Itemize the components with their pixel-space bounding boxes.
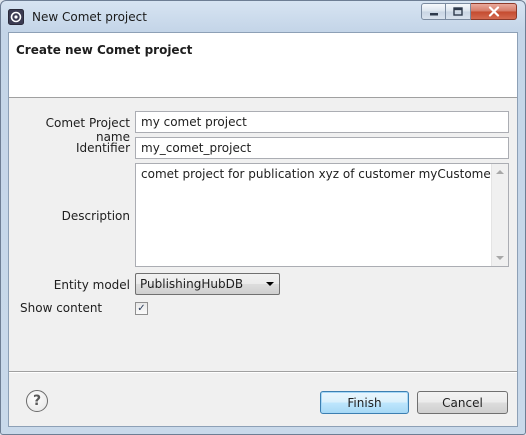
entity-model-selected: PublishingHubDB [140,277,244,291]
description-textarea[interactable]: comet project for publication xyz of cus… [135,163,509,267]
show-content-label: Show content [20,301,103,315]
description-scrollbar[interactable] [491,164,508,266]
finish-button[interactable]: Finish [320,391,409,414]
entity-model-select[interactable]: PublishingHubDB [135,273,280,295]
scroll-down-icon[interactable] [496,256,504,260]
close-button[interactable] [471,3,517,20]
identifier-label: Identifier [75,141,130,155]
dialog-window: New Comet project Create new Comet proje… [0,0,526,435]
maximize-icon [453,6,463,16]
description-text: comet project for publication xyz of cus… [141,167,497,181]
dialog-client-area: Create new Comet project Comet Project n… [8,32,518,427]
maximize-button[interactable] [446,3,471,20]
project-name-label: Comet Project name [45,116,130,144]
minimize-button[interactable] [421,3,446,20]
wizard-banner: Create new Comet project [9,33,517,98]
chevron-down-icon [266,282,274,286]
scroll-up-icon[interactable] [496,170,504,174]
description-label: Description [61,209,130,223]
entity-model-label: Entity model [53,278,130,292]
footer-separator [9,371,517,373]
title-bar[interactable]: New Comet project [1,1,525,32]
banner-title: Create new Comet project [16,43,193,57]
show-content-checkbox[interactable]: ✓ [135,302,148,315]
identifier-input[interactable]: my_comet_project [135,137,509,159]
cancel-button[interactable]: Cancel [417,391,508,414]
project-name-input[interactable]: my comet project [135,111,509,133]
minimize-icon [429,12,438,15]
close-icon [488,6,499,17]
help-icon[interactable]: ? [26,390,48,412]
checkmark-icon: ✓ [137,302,146,314]
eclipse-app-icon [8,9,24,25]
window-title: New Comet project [32,10,147,24]
